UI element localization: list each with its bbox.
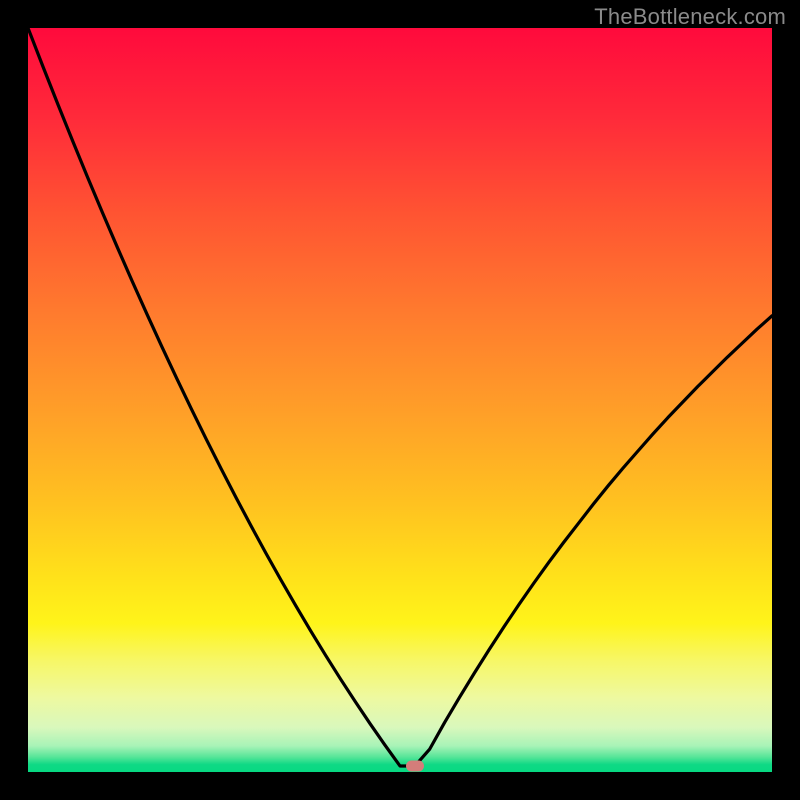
attribution-label: TheBottleneck.com — [594, 4, 786, 30]
optimal-point-marker — [406, 761, 424, 772]
curve-path — [28, 28, 772, 766]
plot-area — [28, 28, 772, 772]
bottleneck-curve — [28, 28, 772, 772]
chart-container: TheBottleneck.com — [0, 0, 800, 800]
